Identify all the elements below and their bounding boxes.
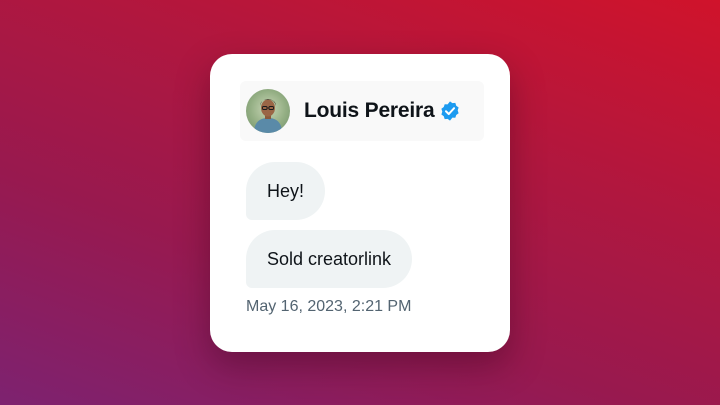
message-bubble[interactable]: Hey! bbox=[246, 162, 326, 220]
message-timestamp: May 16, 2023, 2:21 PM bbox=[246, 298, 412, 315]
message-bubble[interactable]: Sold creatorlink bbox=[246, 230, 413, 288]
message-card: Louis Pereira Hey! Sold creatorlink May … bbox=[210, 54, 510, 352]
user-avatar[interactable] bbox=[246, 89, 290, 133]
verified-badge-icon bbox=[441, 101, 460, 121]
user-name[interactable]: Louis Pereira bbox=[304, 99, 435, 123]
conversation-header[interactable]: Louis Pereira bbox=[240, 81, 484, 141]
avatar-portrait-icon bbox=[254, 99, 282, 133]
